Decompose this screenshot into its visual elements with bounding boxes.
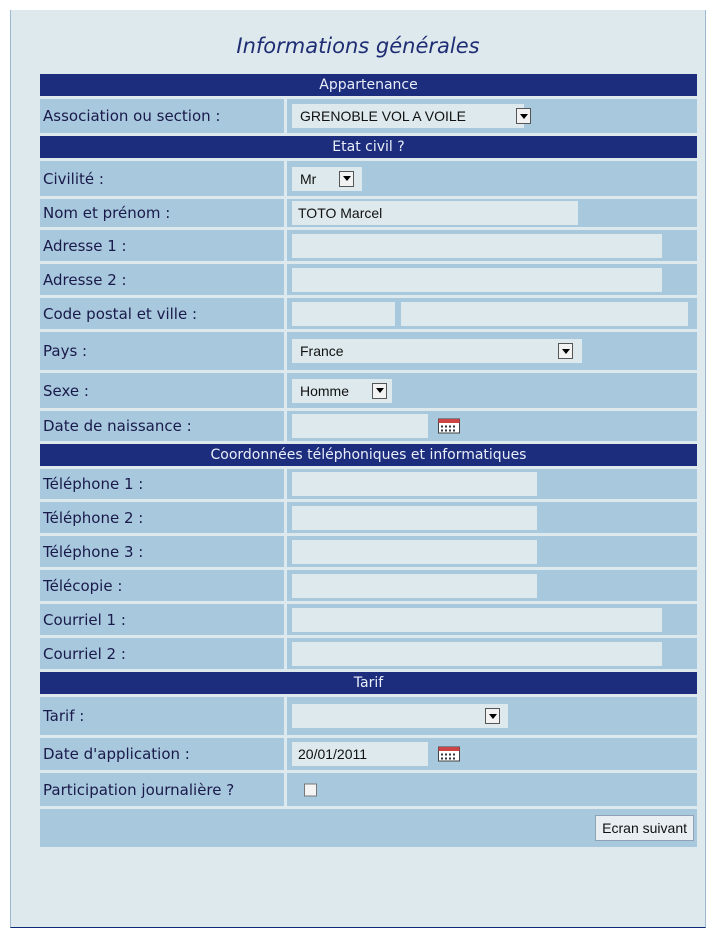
section-header-appartenance: Appartenance <box>40 74 697 99</box>
row-application: Date d'application : <box>40 738 697 773</box>
adresse2-input[interactable] <box>292 267 662 292</box>
chevron-down-icon[interactable] <box>485 708 500 724</box>
naissance-input[interactable] <box>292 414 428 438</box>
row-sexe: Sexe : Homme <box>40 373 697 411</box>
participation-checkbox[interactable] <box>304 783 317 796</box>
application-input[interactable] <box>292 742 428 766</box>
naissance-label: Date de naissance : <box>40 411 287 441</box>
pays-value: France <box>300 343 344 359</box>
sexe-value: Homme <box>300 382 350 399</box>
pays-label: Pays : <box>40 332 287 370</box>
row-naissance: Date de naissance : <box>40 411 697 444</box>
form-panel: Informations générales Appartenance Asso… <box>10 10 706 928</box>
calendar-icon[interactable] <box>438 746 460 762</box>
pays-select[interactable]: France <box>292 339 582 363</box>
section-header-coordonnees: Coordonnées téléphoniques et informatiqu… <box>40 444 697 469</box>
civilite-select[interactable]: Mr <box>292 166 362 191</box>
row-tarif: Tarif : <box>40 697 697 738</box>
row-tel1: Téléphone 1 : <box>40 469 697 502</box>
tel2-label: Téléphone 2 : <box>40 502 287 533</box>
ville-input[interactable] <box>401 301 688 326</box>
tel2-input[interactable] <box>292 505 537 530</box>
row-association: Association ou section : GRENOBLE VOL A … <box>40 99 697 136</box>
sexe-select[interactable]: Homme <box>292 378 392 403</box>
row-cp-ville: Code postal et ville : <box>40 298 697 332</box>
row-pays: Pays : France <box>40 332 697 373</box>
row-nom: Nom et prénom : <box>40 199 697 230</box>
row-courriel1: Courriel 1 : <box>40 604 697 638</box>
telecopie-label: Télécopie : <box>40 570 287 601</box>
courriel1-label: Courriel 1 : <box>40 604 287 635</box>
telecopie-input[interactable] <box>292 573 537 598</box>
row-actions: Ecran suivant <box>40 809 697 847</box>
adresse1-input[interactable] <box>292 233 662 258</box>
row-adresse2: Adresse 2 : <box>40 264 697 298</box>
cp-ville-label: Code postal et ville : <box>40 298 287 329</box>
next-screen-button[interactable]: Ecran suivant <box>595 815 694 841</box>
courriel2-label: Courriel 2 : <box>40 638 287 669</box>
calendar-icon[interactable] <box>438 418 460 434</box>
courriel2-input[interactable] <box>292 641 662 666</box>
adresse2-label: Adresse 2 : <box>40 264 287 295</box>
page-title: Informations générales <box>236 34 480 58</box>
sexe-label: Sexe : <box>40 373 287 408</box>
general-info-form: Appartenance Association ou section : GR… <box>40 74 697 847</box>
association-value: GRENOBLE VOL A VOILE <box>300 108 466 124</box>
row-adresse1: Adresse 1 : <box>40 230 697 264</box>
association-label: Association ou section : <box>40 99 287 133</box>
row-civilite: Civilité : Mr <box>40 161 697 199</box>
chevron-down-icon[interactable] <box>372 382 387 399</box>
chevron-down-icon[interactable] <box>339 170 354 187</box>
row-tel2: Téléphone 2 : <box>40 502 697 536</box>
application-label: Date d'application : <box>40 738 287 770</box>
participation-label: Participation journalière ? <box>40 773 287 806</box>
civilite-label: Civilité : <box>40 161 287 196</box>
row-courriel2: Courriel 2 : <box>40 638 697 672</box>
tel1-label: Téléphone 1 : <box>40 469 287 499</box>
civilite-value: Mr <box>300 170 317 187</box>
tel3-label: Téléphone 3 : <box>40 536 287 567</box>
tel1-input[interactable] <box>292 472 537 496</box>
chevron-down-icon[interactable] <box>516 108 531 124</box>
nom-label: Nom et prénom : <box>40 199 287 227</box>
association-select[interactable]: GRENOBLE VOL A VOILE <box>292 104 531 128</box>
adresse1-label: Adresse 1 : <box>40 230 287 261</box>
section-header-tarif: Tarif <box>40 672 697 697</box>
courriel1-input[interactable] <box>292 607 662 632</box>
tel3-input[interactable] <box>292 539 537 564</box>
row-telecopie: Télécopie : <box>40 570 697 604</box>
code-postal-input[interactable] <box>292 301 395 326</box>
row-participation: Participation journalière ? <box>40 773 697 809</box>
tarif-label: Tarif : <box>40 697 287 735</box>
row-tel3: Téléphone 3 : <box>40 536 697 570</box>
chevron-down-icon[interactable] <box>558 343 573 359</box>
tarif-select[interactable] <box>292 704 508 728</box>
nom-input[interactable] <box>292 201 578 225</box>
section-header-etat-civil: Etat civil ? <box>40 136 697 161</box>
